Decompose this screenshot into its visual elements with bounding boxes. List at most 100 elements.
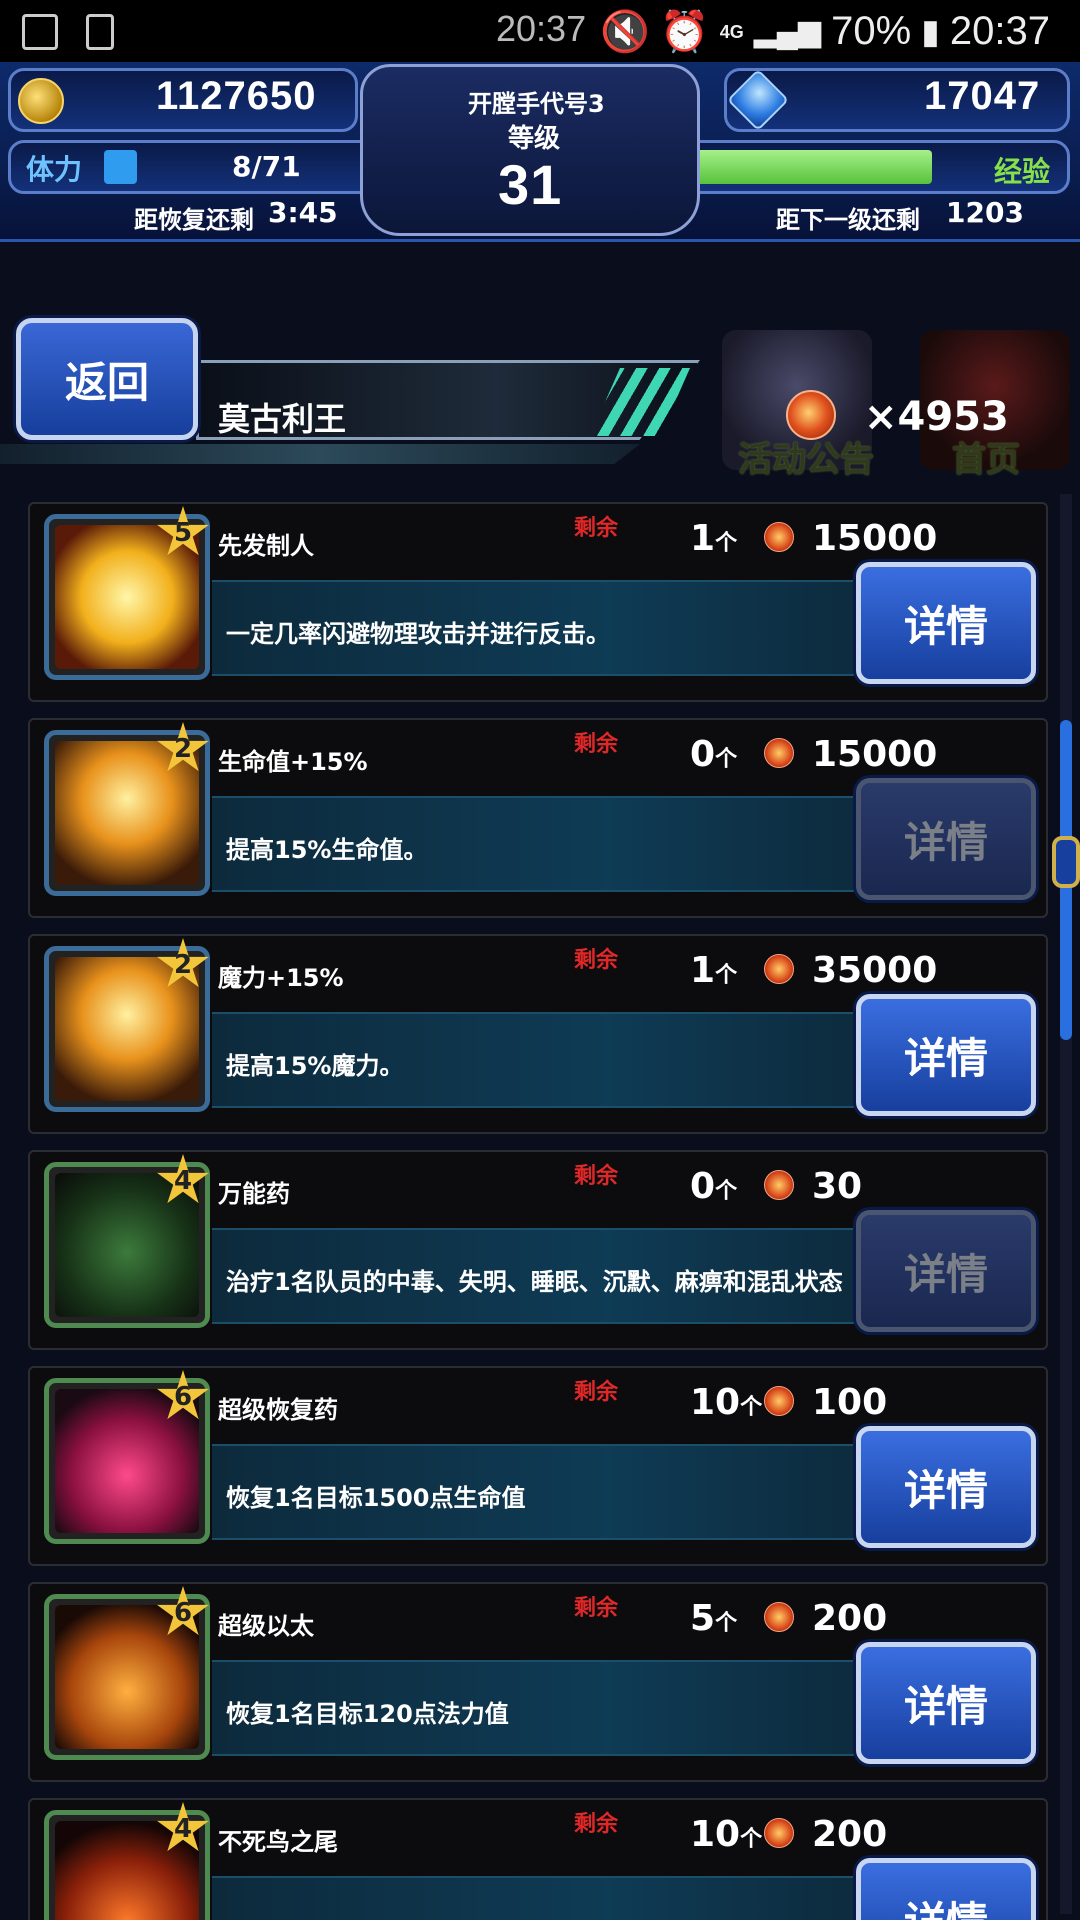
detail-button[interactable]: 详情 xyxy=(856,1426,1036,1548)
player-level: 31 xyxy=(498,153,563,216)
remain-label: 剩余 xyxy=(574,1380,619,1405)
item-price: 15000 xyxy=(812,734,938,775)
remain-quantity: 0个 xyxy=(690,1166,737,1207)
status-time-right: 20:37 xyxy=(949,9,1050,53)
item-name: 不死鸟之尾 xyxy=(218,1828,338,1856)
remain-label: 剩余 xyxy=(574,732,619,757)
remain-quantity: 10个 xyxy=(690,1382,762,1423)
battery-percent: 70% xyxy=(831,9,912,53)
battery-icon: ▮ xyxy=(921,12,940,51)
price-gem-icon xyxy=(764,1170,794,1200)
item-list: 5 先发制人 剩余 1个 15000 一定几率闪避物理攻击并进行反击。 详情 2… xyxy=(0,488,1080,1920)
clipboard-icon xyxy=(86,14,114,50)
item-name: 生命值+15% xyxy=(218,748,368,776)
detail-button[interactable]: 详情 xyxy=(856,1210,1036,1332)
remain-quantity: 0个 xyxy=(690,734,737,775)
stamina-label: 体力 xyxy=(26,153,83,186)
status-right: 🔇 ⏰ 4G ▂▄▆ 70% ▮ 20:37 xyxy=(600,8,1050,55)
remain-quantity: 10个 xyxy=(690,1814,762,1855)
gem-amount: 17047 xyxy=(924,74,1041,118)
stamina-bar-fill xyxy=(104,150,137,184)
price-gem-icon xyxy=(764,522,794,552)
remain-qty-value: 10 xyxy=(690,1382,741,1423)
scrollbar-knob[interactable] xyxy=(1052,836,1080,888)
item-row[interactable]: 6 超级恢复药 剩余 10个 100 恢复1名目标1500点生命值 详情 xyxy=(28,1366,1048,1566)
item-price: 200 xyxy=(812,1598,888,1639)
item-description: 提高15%生命值。 xyxy=(226,836,428,864)
price-gem-icon xyxy=(764,954,794,984)
recover-time: 3:45 xyxy=(268,196,338,229)
remain-qty-value: 0 xyxy=(690,734,716,775)
scrollbar-track[interactable] xyxy=(1060,494,1072,1914)
price-gem-icon xyxy=(764,1818,794,1848)
qty-unit: 个 xyxy=(715,963,738,988)
remain-quantity: 1个 xyxy=(690,518,737,559)
remain-label: 剩余 xyxy=(574,948,619,973)
item-name: 超级恢复药 xyxy=(218,1396,338,1424)
king-mog-currency-icon xyxy=(786,390,836,440)
item-price: 200 xyxy=(812,1814,888,1855)
remain-label: 剩余 xyxy=(574,1812,619,1837)
item-price: 15000 xyxy=(812,518,938,559)
price-gem-icon xyxy=(764,738,794,768)
item-description: 恢复1名目标1500点生命值 xyxy=(226,1484,526,1512)
item-row[interactable]: 2 生命值+15% 剩余 0个 15000 提高15%生命值。 详情 xyxy=(28,718,1048,918)
gil-coin-icon xyxy=(18,78,64,124)
item-row[interactable]: 4 万能药 剩余 0个 30 治疗1名队员的中毒、失明、睡眠、沉默、麻痹和混乱状… xyxy=(28,1150,1048,1350)
item-row[interactable]: 5 先发制人 剩余 1个 15000 一定几率闪避物理攻击并进行反击。 详情 xyxy=(28,502,1048,702)
remain-label: 剩余 xyxy=(574,1164,619,1189)
network-label: 4G xyxy=(719,21,744,42)
gil-amount: 1127650 xyxy=(156,74,317,118)
item-row[interactable]: 6 超级以太 剩余 5个 200 恢复1名目标120点法力值 详情 xyxy=(28,1582,1048,1782)
detail-button[interactable]: 详情 xyxy=(856,1642,1036,1764)
qty-unit: 个 xyxy=(740,1827,763,1852)
item-row[interactable]: 4 不死鸟之尾 剩余 10个 200 详情 xyxy=(28,1798,1048,1920)
qty-unit: 个 xyxy=(715,747,738,772)
item-description: 恢复1名目标120点法力值 xyxy=(226,1700,509,1728)
remain-quantity: 5个 xyxy=(690,1598,737,1639)
status-bar: 20:37 🔇 ⏰ 4G ▂▄▆ 70% ▮ 20:37 xyxy=(0,0,1080,62)
price-gem-icon xyxy=(764,1386,794,1416)
title-underline xyxy=(0,444,640,464)
back-button-label: 返回 xyxy=(64,357,149,407)
item-description: 提高15%魔力。 xyxy=(226,1052,404,1080)
recover-label: 距恢复还剩 xyxy=(134,206,254,234)
detail-button[interactable]: 详情 xyxy=(856,1858,1036,1920)
description-band xyxy=(212,1876,872,1920)
remain-qty-value: 10 xyxy=(690,1814,741,1855)
item-name: 万能药 xyxy=(218,1180,290,1208)
qty-unit: 个 xyxy=(715,1611,738,1636)
item-name: 先发制人 xyxy=(218,532,314,560)
level-label: 等级 xyxy=(508,124,561,154)
back-button[interactable]: 返回 xyxy=(16,318,198,440)
detail-button[interactable]: 详情 xyxy=(856,778,1036,900)
alarm-icon: ⏰ xyxy=(659,10,710,54)
item-price: 35000 xyxy=(812,950,938,991)
next-level-label: 距下一级还剩 xyxy=(776,206,920,234)
shop-title: 莫古利王 xyxy=(218,400,347,438)
player-name: 开膛手代号3 xyxy=(468,90,605,118)
currency-count: ×4953 xyxy=(864,394,1009,440)
exp-label: 经验 xyxy=(994,155,1051,188)
qty-unit: 个 xyxy=(715,531,738,556)
signal-icon: ▂▄▆ xyxy=(753,15,822,48)
next-level-value: 1203 xyxy=(946,196,1024,229)
detail-button[interactable]: 详情 xyxy=(856,994,1036,1116)
item-name: 超级以太 xyxy=(218,1612,314,1640)
detail-button[interactable]: 详情 xyxy=(856,562,1036,684)
remain-qty-value: 5 xyxy=(690,1598,716,1639)
item-price: 100 xyxy=(812,1382,888,1423)
item-description: 一定几率闪避物理攻击并进行反击。 xyxy=(226,620,610,648)
remain-qty-value: 0 xyxy=(690,1166,716,1207)
gallery-icon xyxy=(22,14,58,50)
remain-label: 剩余 xyxy=(574,1596,619,1621)
remain-label: 剩余 xyxy=(574,516,619,541)
item-description: 治疗1名队员的中毒、失明、睡眠、沉默、麻痹和混乱状态 xyxy=(226,1268,843,1296)
item-name: 魔力+15% xyxy=(218,964,344,992)
item-price: 30 xyxy=(812,1166,863,1207)
stamina-value: 8/71 xyxy=(232,150,301,183)
remain-qty-value: 1 xyxy=(690,950,716,991)
remain-qty-value: 1 xyxy=(690,518,716,559)
item-row[interactable]: 2 魔力+15% 剩余 1个 35000 提高15%魔力。 详情 xyxy=(28,934,1048,1134)
remain-quantity: 1个 xyxy=(690,950,737,991)
